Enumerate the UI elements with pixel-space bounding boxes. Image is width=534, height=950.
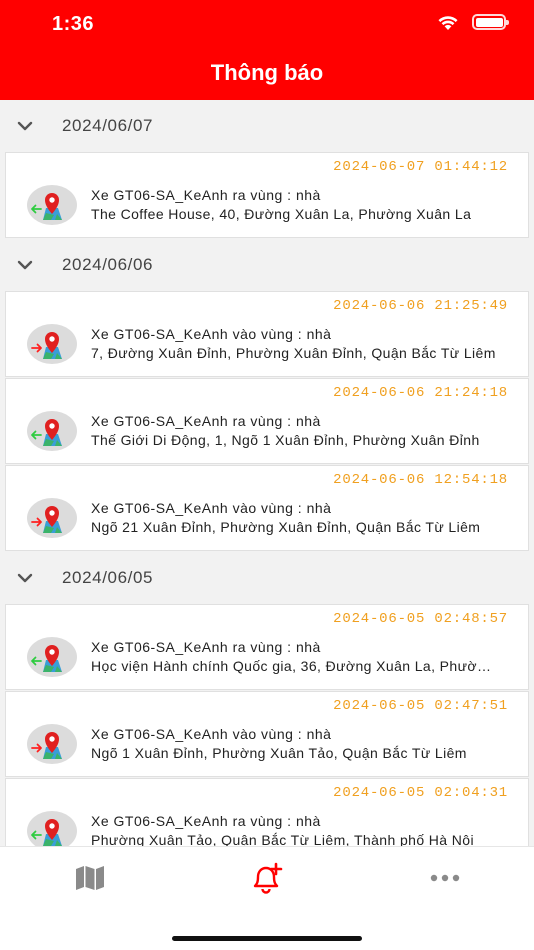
notification-title: Xe GT06-SA_KeAnh ra vùng : nhà <box>91 813 321 829</box>
date-group-header[interactable]: 2024/06/07 <box>0 100 534 152</box>
notification-time: 2024-06-07 01:44:12 <box>333 159 508 175</box>
page-title: Thông báo <box>210 60 324 85</box>
chevron-down-icon <box>0 573 62 583</box>
notification-item[interactable]: 2024-06-05 02:47:51 Xe GT06-SA_KeAnh vào … <box>5 691 529 777</box>
location-enter-icon <box>26 323 78 365</box>
notification-address: Ngõ 1 Xuân Đỉnh, Phường Xuân Tảo, Quận B… <box>91 745 467 761</box>
bell-plus-icon <box>253 862 283 894</box>
notification-time: 2024-06-06 21:25:49 <box>333 298 508 314</box>
notification-item[interactable]: 2024-06-05 02:04:31 Xe GT06-SA_KeAnh ra v… <box>5 778 529 846</box>
location-exit-icon <box>26 184 78 226</box>
status-time: 1:36 <box>52 13 95 35</box>
tab-more[interactable] <box>415 859 475 897</box>
wifi-icon <box>438 16 458 30</box>
notification-time: 2024-06-05 02:47:51 <box>333 698 508 714</box>
more-icon <box>430 874 460 882</box>
notification-item[interactable]: 2024-06-07 01:44:12 Xe GT06-SA_KeAnh ra v… <box>5 152 529 238</box>
notification-title: Xe GT06-SA_KeAnh ra vùng : nhà <box>91 413 321 429</box>
notification-address: Phường Xuân Tảo, Quận Bắc Từ Liêm, Thành… <box>91 832 474 846</box>
location-exit-icon <box>26 810 78 846</box>
notification-time: 2024-06-05 02:04:31 <box>333 785 508 801</box>
notification-address: The Coffee House, 40, Đường Xuân La, Phư… <box>91 206 472 222</box>
chevron-down-icon <box>0 121 62 131</box>
notification-list[interactable]: 2024/06/07 2024-06-07 01:44:12 Xe GT06-SA_… <box>0 100 534 846</box>
map-icon <box>76 866 104 890</box>
date-group-header[interactable]: 2024/06/06 <box>0 239 534 291</box>
notification-time: 2024-06-06 21:24:18 <box>333 385 508 401</box>
notification-address: Thế Giới Di Động, 1, Ngõ 1 Xuân Đỉnh, Ph… <box>91 432 480 448</box>
tab-notifications[interactable] <box>237 859 297 897</box>
notification-title: Xe GT06-SA_KeAnh vào vùng : nhà <box>91 726 332 742</box>
battery-icon <box>472 14 509 30</box>
notification-title: Xe GT06-SA_KeAnh ra vùng : nhà <box>91 639 321 655</box>
notification-address: Ngõ 21 Xuân Đỉnh, Phường Xuân Đỉnh, Quận… <box>91 519 481 535</box>
group-date: 2024/06/05 <box>62 568 154 587</box>
notification-item[interactable]: 2024-06-06 21:25:49 Xe GT06-SA_KeAnh vào … <box>5 291 529 377</box>
app-header: 1:36 Thông báo <box>0 0 534 100</box>
notification-address: 7, Đường Xuân Đỉnh, Phường Xuân Đỉnh, Qu… <box>91 345 496 361</box>
tab-map[interactable] <box>60 859 120 897</box>
notification-title: Xe GT06-SA_KeAnh vào vùng : nhà <box>91 500 332 516</box>
tab-bar <box>0 846 534 950</box>
status-icons <box>436 13 509 31</box>
notification-item[interactable]: 2024-06-06 12:54:18 Xe GT06-SA_KeAnh vào … <box>5 465 529 551</box>
home-indicator <box>172 936 362 941</box>
chevron-down-icon <box>0 260 62 270</box>
notification-time: 2024-06-05 02:48:57 <box>333 611 508 627</box>
notification-title: Xe GT06-SA_KeAnh vào vùng : nhà <box>91 326 332 342</box>
location-exit-icon <box>26 636 78 678</box>
group-date: 2024/06/06 <box>62 255 154 274</box>
notification-address: Học viện Hành chính Quốc gia, 36, Đường … <box>91 658 496 674</box>
location-enter-icon <box>26 723 78 765</box>
location-exit-icon <box>26 410 78 452</box>
date-group-header[interactable]: 2024/06/05 <box>0 552 534 604</box>
location-enter-icon <box>26 497 78 539</box>
group-date: 2024/06/07 <box>62 116 154 135</box>
notification-item[interactable]: 2024-06-05 02:48:57 Xe GT06-SA_KeAnh ra v… <box>5 604 529 690</box>
notification-time: 2024-06-06 12:54:18 <box>333 472 508 488</box>
notification-item[interactable]: 2024-06-06 21:24:18 Xe GT06-SA_KeAnh ra v… <box>5 378 529 464</box>
notification-title: Xe GT06-SA_KeAnh ra vùng : nhà <box>91 187 321 203</box>
